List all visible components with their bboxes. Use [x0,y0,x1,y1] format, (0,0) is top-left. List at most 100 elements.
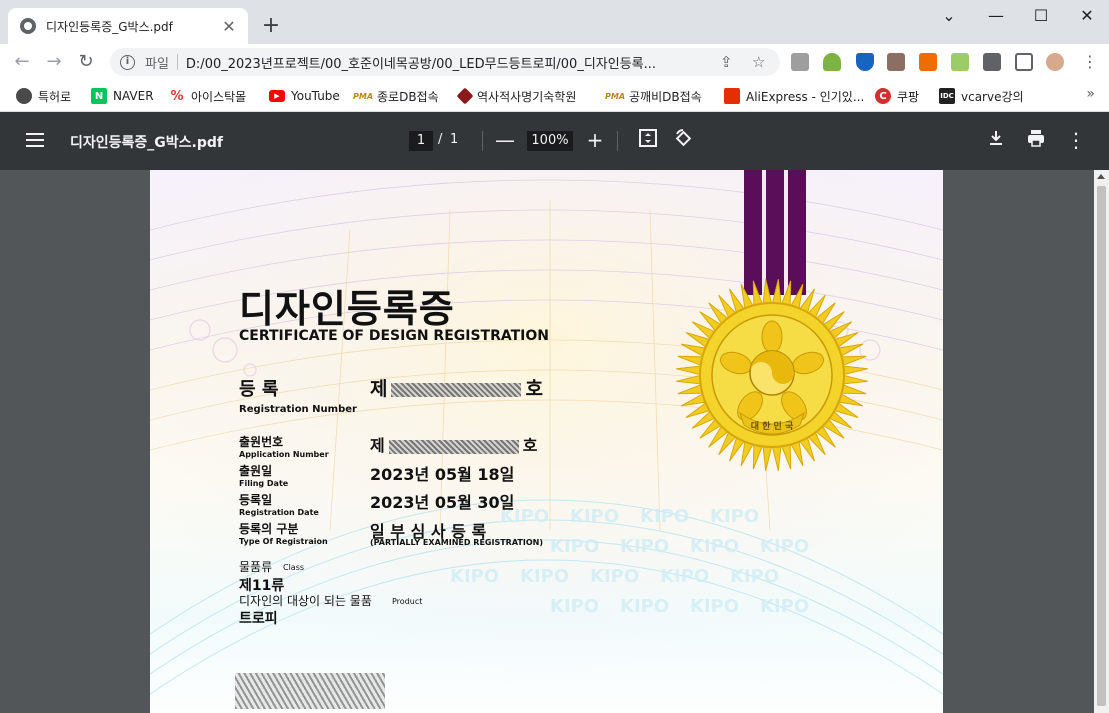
naver-icon: N [91,88,107,104]
bookmark-item[interactable]: PMA 공깨비DB접속 [605,86,702,106]
scroll-thumb[interactable] [1097,186,1106,706]
pma-icon: PMA [605,88,625,104]
regdate-label-ko: 등록일 [239,493,273,507]
product-label-ko: 디자인의 대상이 되는 물품 [239,594,372,608]
bookmark-item[interactable]: PMA 종로DB접속 [353,86,439,106]
coupang-icon: C [875,88,891,104]
star-icon[interactable]: ☆ [752,48,765,76]
istock-icon: % [169,88,185,104]
bookmark-item[interactable]: N NAVER [91,86,154,106]
side-panel-icon[interactable] [1015,53,1033,71]
address-divider [176,54,178,70]
bookmark-label: NAVER [113,89,154,103]
pdf-title: 디자인등록증_G박스.pdf [70,135,223,151]
menu-icon[interactable] [26,133,44,147]
bookmark-label: vcarve강의 [961,89,1024,104]
layout-extension-icon[interactable] [919,53,937,71]
bookmark-item[interactable]: 특허로 [16,86,71,106]
share-icon[interactable]: ⇪ [720,48,733,76]
bookmark-label: 특허로 [38,89,72,104]
seal-text: 대 한 민 국 [751,420,794,432]
bookmark-item[interactable]: 역사적사명기숙학원 [456,86,577,106]
rotate-icon[interactable] [671,128,695,152]
address-bar[interactable]: i 파일 D:/00_2023년프로젝트/00_호준이네목공방/00_LED무드… [110,48,780,76]
bookmarks-bar: 특허로 N NAVER % 아이스탁몰 ▶ YouTube PMA 종로DB접속… [0,80,1109,112]
type-label-ko: 등록의 구분 [239,522,299,536]
tab-active[interactable]: 디자인등록증_G박스.pdf ✕ [8,8,248,44]
close-tab-icon[interactable]: ✕ [220,17,238,36]
svg-text:KIPO: KIPO [690,596,739,617]
address-url[interactable]: D:/00_2023년프로젝트/00_호준이네목공방/00_LED무드등트로피/… [186,53,706,72]
zoom-out-button[interactable]: — [493,128,517,152]
fit-page-icon[interactable] [636,128,660,152]
forward-arrow-icon[interactable]: → [40,48,68,76]
scroll-up-arrow-icon[interactable] [1097,174,1105,179]
pdf-toolbar: 디자인등록증_G박스.pdf 1 / 1 — 100% + ⋮ [0,112,1109,170]
pma-icon: PMA [353,88,373,104]
svg-text:KIPO: KIPO [550,536,599,557]
app-label-ko: 출원번호 [239,435,284,449]
new-tab-button[interactable]: + [260,12,282,40]
registration-type-en: (PARTIALLY EXAMINED REGISTRATION) [370,538,543,547]
app-label-en: Application Number [239,450,329,459]
minimize-button[interactable]: — [981,4,1011,28]
more-vert-icon[interactable]: ⋮ [1064,128,1088,152]
bookmark-item[interactable]: AliExpress - 인기있... [724,86,864,106]
download-icon[interactable] [984,128,1008,152]
browser-toolbar: ← → ↻ i 파일 D:/00_2023년프로젝트/00_호준이네목공방/00… [0,44,1109,80]
youtube-icon: ▶ [269,90,285,102]
ladder-extension-icon[interactable] [951,53,969,71]
redacted-owner [235,673,385,709]
reg-label-ko: 등 록 [239,379,279,400]
filing-date: 2023년 05월 18일 [370,465,515,484]
scrollbar[interactable] [1094,170,1109,713]
bookmarks-overflow-icon[interactable]: » [1086,86,1095,102]
reload-icon[interactable]: ↻ [72,48,100,76]
certificate-subtitle: CERTIFICATE OF DESIGN REGISTRATION [239,328,550,344]
print-icon[interactable] [1024,128,1048,152]
tab-strip: 디자인등록증_G박스.pdf ✕ + ⌄ — ☐ ✕ [0,0,1109,44]
bookmark-label: YouTube [291,89,340,103]
bookmark-label: 쿠팡 [897,89,920,104]
bookmark-item[interactable]: C 쿠팡 [875,86,919,106]
regdate-label-en: Registration Date [239,508,319,517]
bookmark-item[interactable]: ▶ YouTube [269,86,340,106]
idc-icon: IDC [939,88,955,104]
picture-extension-icon[interactable] [887,53,905,71]
academy-icon [456,87,474,105]
filing-label-en: Filing Date [239,479,289,488]
bookmark-item[interactable]: IDC vcarve강의 [939,86,1024,106]
gold-seal-emblem: 대 한 민 국 [676,279,868,471]
page-number-input[interactable]: 1 [409,131,433,151]
avatar[interactable] [1046,53,1064,71]
bookmark-label: 역사적사명기숙학원 [477,89,577,104]
zoom-input[interactable]: 100% [527,131,573,151]
bookmark-item[interactable]: % 아이스탁몰 [169,86,246,106]
chevron-down-icon[interactable]: ⌄ [934,4,964,28]
ex-extension-icon[interactable] [791,53,809,71]
pdf-page: KIPO KIPO KIPO KIPO KIPO KIPO KIPO KIPO … [150,170,943,713]
close-window-button[interactable]: ✕ [1072,4,1102,28]
svg-text:KIPO: KIPO [710,506,759,527]
maximize-button[interactable]: ☐ [1026,4,1056,28]
pdf-document-area[interactable]: KIPO KIPO KIPO KIPO KIPO KIPO KIPO KIPO … [0,170,1109,713]
svg-text:KIPO: KIPO [550,596,599,617]
info-icon[interactable]: i [120,54,135,70]
bookmark-label: AliExpress - 인기있... [746,89,865,104]
patent-icon [16,88,32,104]
bookmark-label: 종로DB접속 [377,89,439,104]
android-extension-icon[interactable] [823,53,841,71]
svg-text:KIPO: KIPO [450,566,499,587]
certificate-title: 디자인등록증 [239,287,455,331]
puzzle-icon[interactable] [983,53,1001,71]
svg-text:KIPO: KIPO [640,506,689,527]
shield-extension-icon[interactable] [856,53,874,71]
filing-label-ko: 출원일 [239,464,273,478]
more-vert-icon[interactable]: ⋮ [1076,48,1104,76]
page-total: 1 [450,132,459,147]
toolbar-divider [617,131,618,151]
registration-number: 제호 [370,378,543,400]
back-arrow-icon[interactable]: ← [8,48,36,76]
zoom-in-button[interactable]: + [583,128,607,152]
redacted-number [388,439,519,454]
